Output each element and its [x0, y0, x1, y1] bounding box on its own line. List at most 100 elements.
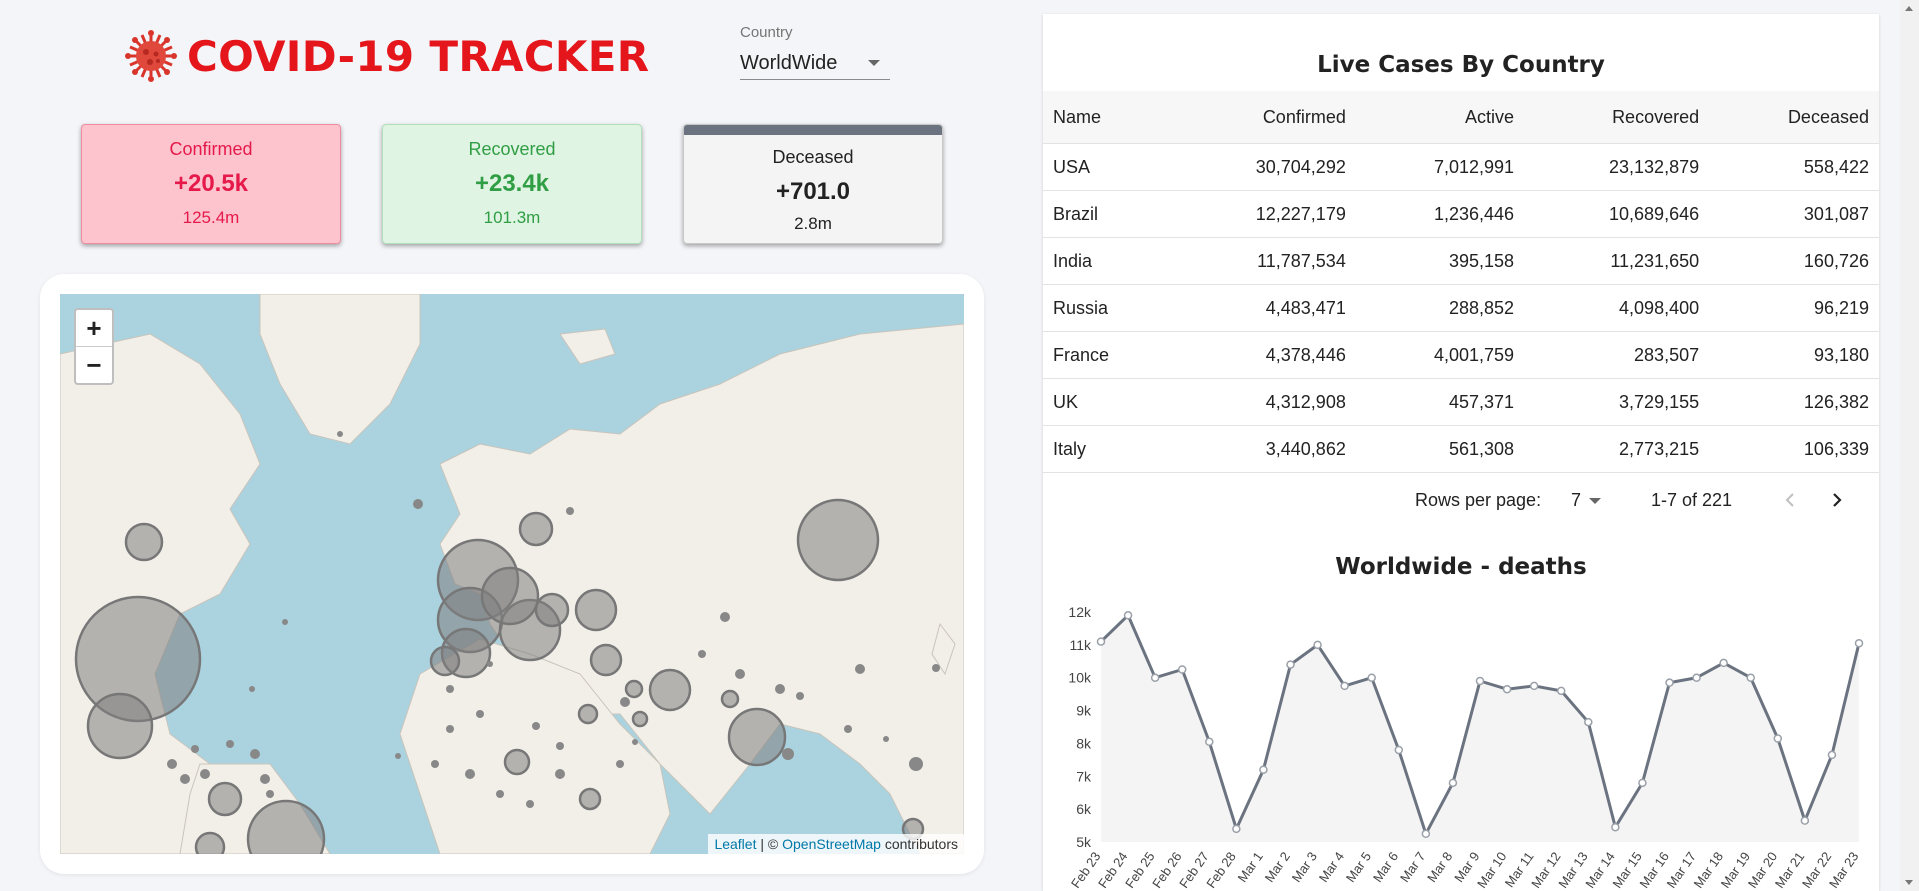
cell-name: France — [1043, 331, 1171, 379]
x-tick-label: Mar 5 — [1343, 849, 1374, 885]
scroll-up-icon[interactable] — [1905, 6, 1913, 11]
y-tick-label: 12k — [1068, 604, 1092, 620]
country-select[interactable]: Country WorldWide — [740, 24, 890, 80]
recovered-today: +23.4k — [474, 170, 550, 197]
deceased-title: Deceased — [772, 147, 854, 167]
column-header-confirmed[interactable]: Confirmed — [1170, 91, 1356, 144]
chevron-right-icon — [1833, 493, 1842, 507]
chart-point — [1773, 734, 1783, 743]
x-tick-label: Feb 28 — [1203, 849, 1239, 891]
x-tick-label: Mar 2 — [1262, 849, 1293, 885]
zoom-out-button[interactable]: − — [76, 347, 112, 383]
chart-point — [1340, 681, 1349, 691]
bubble-peru — [194, 831, 226, 854]
x-tick-label: Mar 23 — [1826, 849, 1861, 891]
next-page-button[interactable] — [1827, 486, 1847, 519]
svalbard-land — [559, 328, 616, 365]
cell-deceased: 558,422 — [1709, 143, 1879, 191]
bubble-nigeria — [503, 748, 531, 776]
bubble-iran — [648, 668, 692, 712]
cell-confirmed: 4,312,908 — [1170, 378, 1356, 426]
map-attribution: Leaflet | © OpenStreetMap contributors — [708, 834, 964, 854]
virus-icon — [125, 30, 177, 82]
osm-link[interactable]: OpenStreetMap — [782, 836, 881, 852]
country-select-label: Country — [740, 24, 793, 41]
app-header: COVID-19 TRACKER — [125, 28, 649, 84]
table-row[interactable]: USA 30,704,292 7,012,991 23,132,879 558,… — [1043, 143, 1879, 191]
cell-deceased: 301,087 — [1709, 190, 1879, 238]
table-row[interactable]: France 4,378,446 4,001,759 283,507 93,18… — [1043, 331, 1879, 379]
x-tick-label: Mar 1 — [1235, 849, 1266, 885]
bubble-portugal — [429, 645, 461, 677]
cell-recovered: 23,132,879 — [1524, 143, 1710, 191]
chart-point — [1475, 676, 1485, 686]
cell-active: 7,012,991 — [1355, 143, 1525, 191]
rows-per-page-value: 7 — [1571, 490, 1582, 510]
cell-active: 457,371 — [1355, 378, 1525, 426]
previous-page-button[interactable] — [1780, 486, 1800, 519]
deceased-card[interactable]: Deceased +701.0 2.8m — [683, 124, 943, 244]
table-pagination: Rows per page: 7 1-7 of 221 — [1043, 486, 1879, 516]
bubble-egypt — [577, 703, 599, 725]
cell-name: USA — [1043, 143, 1171, 191]
bubble-poland — [534, 592, 570, 628]
pagination-range: 1-7 of 221 — [1651, 490, 1733, 510]
cell-confirmed: 11,787,534 — [1170, 237, 1356, 285]
cell-name: Brazil — [1043, 190, 1171, 238]
cell-deceased: 93,180 — [1709, 331, 1879, 379]
confirmed-card[interactable]: Confirmed +20.5k 125.4m — [81, 124, 341, 244]
table-row[interactable]: India 11,787,534 395,158 11,231,650 160,… — [1043, 237, 1879, 285]
cell-name: UK — [1043, 378, 1171, 426]
table-header-row: Name Confirmed Active Recovered Deceased — [1043, 91, 1879, 144]
deceased-accent-bar — [684, 125, 942, 135]
cell-active: 561,308 — [1355, 425, 1525, 473]
chart-point — [1150, 673, 1160, 682]
chart-point — [1502, 684, 1512, 694]
cell-active: 288,852 — [1355, 284, 1525, 332]
confirmed-title: Confirmed — [169, 139, 253, 159]
column-header-active[interactable]: Active — [1355, 91, 1525, 144]
chart-point — [1096, 637, 1106, 646]
chart-point — [1719, 658, 1728, 668]
cell-active: 4,001,759 — [1355, 331, 1525, 379]
chart-point — [1313, 640, 1322, 650]
world-map[interactable]: + − Leaflet | © OpenStreetMap contributo… — [60, 294, 964, 854]
y-tick-label: 11k — [1069, 637, 1092, 653]
column-header-deceased[interactable]: Deceased — [1709, 91, 1879, 144]
bubble-russia — [796, 498, 880, 582]
country-selected-value: WorldWide — [740, 51, 838, 74]
country-dropdown[interactable]: WorldWide — [740, 47, 890, 80]
chart-point — [1123, 611, 1133, 620]
chart-point — [1259, 765, 1268, 774]
chart-point — [1448, 778, 1458, 788]
chart-point — [1800, 816, 1810, 825]
bubble-saudi — [631, 710, 649, 728]
x-tick-label: Mar 7 — [1397, 849, 1428, 885]
page-scrollbar[interactable] — [1900, 0, 1919, 891]
chart-title: Worldwide - deaths — [1335, 554, 1587, 580]
attribution-suffix: contributors — [884, 836, 958, 852]
y-tick-label: 6k — [1076, 801, 1092, 817]
x-tick-label: Mar 6 — [1370, 849, 1401, 885]
cell-confirmed: 4,378,446 — [1170, 331, 1356, 379]
table-row[interactable]: Russia 4,483,471 288,852 4,098,400 96,21… — [1043, 284, 1879, 332]
zoom-in-button[interactable]: + — [76, 310, 112, 346]
leaflet-link[interactable]: Leaflet — [714, 836, 756, 852]
column-header-recovered[interactable]: Recovered — [1524, 91, 1710, 144]
recovered-card[interactable]: Recovered +23.4k 101.3m — [382, 124, 642, 244]
chart-point — [1827, 750, 1837, 760]
chart-point — [1529, 681, 1539, 691]
chart-point — [1177, 665, 1187, 674]
table-row[interactable]: UK 4,312,908 457,371 3,729,155 126,382 — [1043, 378, 1879, 426]
scroll-down-icon[interactable] — [1905, 880, 1913, 885]
cell-name: India — [1043, 237, 1171, 285]
cell-deceased: 106,339 — [1709, 425, 1879, 473]
chart-point — [1367, 673, 1376, 682]
chart-point — [1556, 686, 1566, 696]
column-header-name[interactable]: Name — [1043, 91, 1171, 144]
rows-per-page-select[interactable]: 7 — [1571, 490, 1581, 511]
table-row[interactable]: Italy 3,440,862 561,308 2,773,215 106,33… — [1043, 425, 1879, 473]
chart-point — [1854, 638, 1864, 648]
table-row[interactable]: Brazil 12,227,179 1,236,446 10,689,646 3… — [1043, 190, 1879, 238]
cell-recovered: 4,098,400 — [1524, 284, 1710, 332]
